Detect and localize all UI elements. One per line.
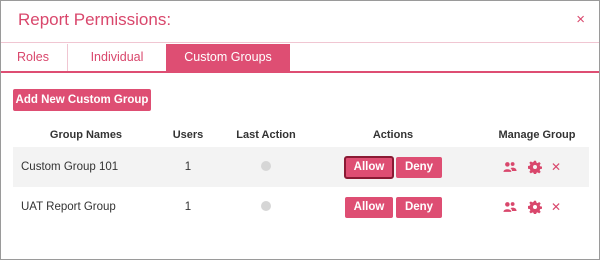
- group-name: UAT Report Group: [21, 201, 116, 213]
- table-header: Group Names Users Last Action Actions Ma…: [13, 125, 589, 149]
- tab-bar: Roles Individual Custom Groups: [1, 44, 599, 73]
- column-header-group-names: Group Names: [49, 129, 123, 141]
- dialog-title: Report Permissions:: [18, 10, 172, 29]
- group-name: Custom Group 101: [21, 161, 119, 173]
- table-row: UAT Report Group 1 Allow Deny ✕: [13, 187, 589, 227]
- tab-custom-groups[interactable]: Custom Groups: [166, 44, 290, 71]
- deny-button[interactable]: Deny: [396, 157, 442, 178]
- gear-icon[interactable]: [528, 200, 542, 214]
- gear-icon[interactable]: [528, 160, 542, 174]
- tab-divider: [67, 44, 68, 71]
- deny-button[interactable]: Deny: [396, 197, 442, 218]
- users-group-icon[interactable]: [503, 160, 517, 174]
- tab-roles[interactable]: Roles: [1, 44, 65, 71]
- dialog-header: Report Permissions: ×: [1, 1, 599, 41]
- custom-groups-table: Group Names Users Last Action Actions Ma…: [13, 125, 589, 218]
- column-header-manage-group: Manage Group: [498, 129, 576, 141]
- column-header-actions: Actions: [372, 129, 414, 141]
- column-header-last-action: Last Action: [236, 129, 296, 141]
- tab-individual[interactable]: Individual: [71, 44, 163, 71]
- last-action-status-icon: [261, 201, 271, 211]
- column-header-users: Users: [172, 129, 204, 141]
- user-count: 1: [184, 201, 192, 213]
- tab-underline: [1, 71, 599, 73]
- remove-icon[interactable]: ✕: [549, 160, 563, 174]
- last-action-status-icon: [261, 161, 271, 171]
- allow-button[interactable]: Allow: [344, 156, 394, 179]
- users-group-icon[interactable]: [503, 200, 517, 214]
- allow-button[interactable]: Allow: [345, 197, 393, 218]
- close-icon[interactable]: ×: [576, 12, 585, 28]
- table-row: Custom Group 101 1 Allow Deny ✕: [13, 147, 589, 187]
- add-custom-group-button[interactable]: Add New Custom Group: [13, 89, 151, 111]
- user-count: 1: [184, 161, 192, 173]
- header-divider: [1, 42, 599, 43]
- report-permissions-dialog: Report Permissions: × Roles Individual C…: [0, 0, 600, 260]
- remove-icon[interactable]: ✕: [549, 200, 563, 214]
